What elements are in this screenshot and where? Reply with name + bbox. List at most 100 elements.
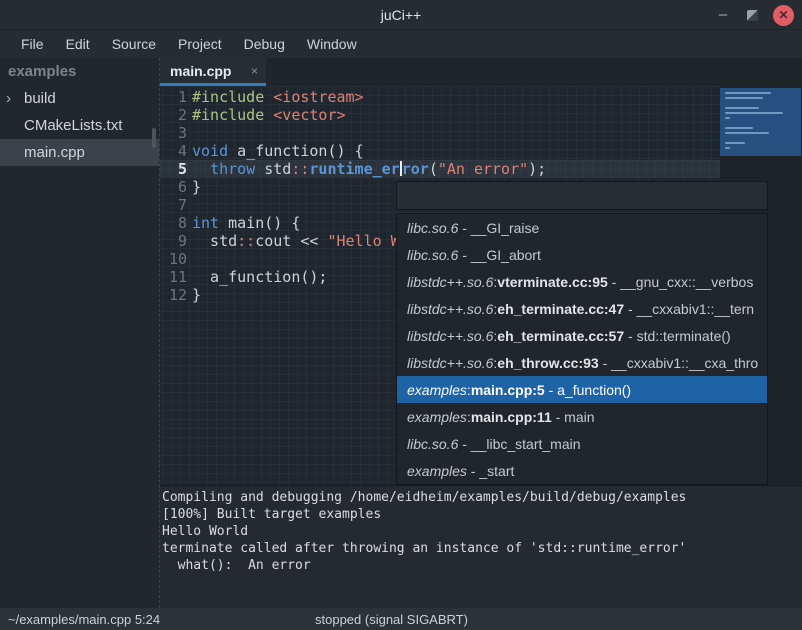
backtrace-item[interactable]: libc.so.6 - __GI_abort [397, 241, 767, 268]
backtrace-file-line: eh_throw.cc:93 [497, 355, 598, 371]
minimap-slider[interactable] [720, 88, 801, 156]
tab-close-icon[interactable]: × [251, 64, 258, 78]
backtrace-lib-name: examples [407, 382, 467, 398]
menu-debug[interactable]: Debug [233, 32, 296, 56]
terminal-output-panel[interactable]: Compiling and debugging /home/eidheim/ex… [160, 485, 802, 608]
code-token: main() { [219, 214, 300, 232]
sidebar-scrollbar[interactable] [152, 128, 156, 148]
sidebar-item-main-cpp[interactable]: main.cpp [0, 139, 159, 166]
backtrace-item[interactable]: examples:main.cpp:5 - a_function() [397, 376, 767, 403]
backtrace-item[interactable]: examples - _start [397, 457, 767, 484]
code-token: :: [237, 232, 255, 250]
titlebar: juCi++ – ✕ [0, 0, 802, 30]
backtrace-lib-name: libstdc++.so.6 [407, 328, 493, 344]
terminal-line: Compiling and debugging /home/eidheim/ex… [162, 489, 802, 506]
window-title: juCi++ [381, 7, 421, 23]
menu-edit[interactable]: Edit [55, 32, 101, 56]
code-token: #include [192, 106, 264, 124]
chevron-right-icon: › [6, 90, 22, 107]
backtrace-item[interactable]: libstdc++.so.6:eh_terminate.cc:57 - std:… [397, 322, 767, 349]
terminal-line: terminate called after throwing an insta… [162, 540, 802, 557]
sidebar-item-cmakelists-txt[interactable]: CMakeLists.txt [0, 112, 159, 139]
line-number: 2 [160, 106, 187, 124]
code-token [264, 106, 273, 124]
code-line: 4void a_function() { [160, 142, 720, 160]
code-token: runtime_er [309, 160, 399, 178]
backtrace-function: - __GI_abort [458, 247, 541, 263]
code-token: } [192, 286, 201, 304]
close-icon[interactable]: ✕ [773, 5, 794, 26]
line-number: 5 [160, 160, 187, 178]
line-number: 7 [160, 196, 187, 214]
code-token: <iostream> [273, 88, 363, 106]
backtrace-lib-name: libstdc++.so.6 [407, 301, 493, 317]
code-token: ); [528, 160, 546, 178]
line-number: 4 [160, 142, 187, 160]
backtrace-function: - std::terminate() [624, 328, 731, 344]
code-line: 3 [160, 124, 720, 142]
sidebar-item-build[interactable]: ›build [0, 85, 159, 112]
line-number: 12 [160, 286, 187, 304]
backtrace-function: - __cxxabiv1::__tern [624, 301, 754, 317]
restore-icon[interactable] [747, 10, 758, 21]
code-token: throw [210, 160, 255, 178]
minimap-code-line [725, 142, 745, 144]
menubar: FileEditSourceProjectDebugWindow [0, 30, 802, 58]
code-text: int main() { [192, 214, 300, 232]
terminal-line: [100%] Built target examples [162, 506, 802, 523]
menu-file[interactable]: File [10, 32, 55, 56]
menu-window[interactable]: Window [296, 32, 368, 56]
code-token: ( [429, 160, 438, 178]
editor-pane: main.cpp × 1#include <iostream>2 #include… [160, 58, 802, 608]
backtrace-item[interactable]: libstdc++.so.6:eh_terminate.cc:47 - __cx… [397, 295, 767, 322]
code-token: } [192, 178, 201, 196]
sidebar-item-label: CMakeLists.txt [24, 117, 122, 134]
file-tree-sidebar[interactable]: examples ›build CMakeLists.txt main.cpp [0, 58, 160, 608]
backtrace-item[interactable]: examples:main.cpp:11 - main [397, 403, 767, 430]
tab-label: main.cpp [170, 63, 251, 79]
minimap-code-line [725, 132, 769, 134]
backtrace-file-line: eh_terminate.cc:57 [497, 328, 624, 344]
tab-main-cpp[interactable]: main.cpp × [160, 58, 266, 86]
minimap-code-line [725, 147, 730, 149]
line-number: 6 [160, 178, 187, 196]
backtrace-function: - __gnu_cxx::__verbos [608, 274, 754, 290]
backtrace-function: - main [552, 409, 595, 425]
minimap-code-line [725, 117, 730, 119]
minimap-code-line [725, 112, 783, 114]
statusbar-file-location: ~/examples/main.cpp 5:24 [8, 612, 160, 627]
line-number: 8 [160, 214, 187, 232]
code-token [192, 160, 210, 178]
minimize-icon[interactable]: – [714, 0, 732, 30]
backtrace-function: - __cxxabiv1::__cxa_thro [599, 355, 759, 371]
sidebar-item-label: build [24, 90, 56, 107]
window-controls: – ✕ [714, 0, 794, 30]
code-text: throw std::runtime_error("An error"); [192, 160, 546, 178]
backtrace-item[interactable]: libstdc++.so.6:eh_throw.cc:93 - __cxxabi… [397, 349, 767, 376]
code-token: cout << [255, 232, 327, 250]
backtrace-item[interactable]: libc.so.6 - __GI_raise [397, 214, 767, 241]
code-token: :: [291, 160, 309, 178]
backtrace-filter-input[interactable] [396, 181, 768, 210]
backtrace-item[interactable]: libstdc++.so.6:vterminate.cc:95 - __gnu_… [397, 268, 767, 295]
juci-window: juCi++ – ✕ FileEditSourceProjectDebugWin… [0, 0, 802, 630]
main-area: examples ›build CMakeLists.txt main.cpp ma… [0, 58, 802, 608]
code-line: 1#include <iostream> [160, 88, 720, 106]
code-text: a_function(); [192, 268, 327, 286]
backtrace-popup-list: libc.so.6 - __GI_raiselibc.so.6 - __GI_a… [396, 213, 768, 485]
backtrace-item[interactable]: libc.so.6 - __libc_start_main [397, 430, 767, 457]
minimap-code-line [725, 127, 753, 129]
line-number: 9 [160, 232, 187, 250]
code-token: void [192, 142, 228, 160]
minimap-code-line [725, 92, 771, 94]
code-editor[interactable]: 1#include <iostream>2 #include <vector>34… [160, 86, 802, 485]
backtrace-file-line: main.cpp:5 [471, 382, 545, 398]
code-token: int [192, 214, 219, 232]
statusbar: ~/examples/main.cpp 5:24 stopped (signal… [0, 608, 802, 630]
menu-source[interactable]: Source [101, 32, 167, 56]
code-text: #include <vector> [192, 106, 346, 124]
backtrace-lib-name: libstdc++.so.6 [407, 355, 493, 371]
menu-project[interactable]: Project [167, 32, 233, 56]
code-token [264, 88, 273, 106]
project-root-label: examples [0, 58, 159, 85]
